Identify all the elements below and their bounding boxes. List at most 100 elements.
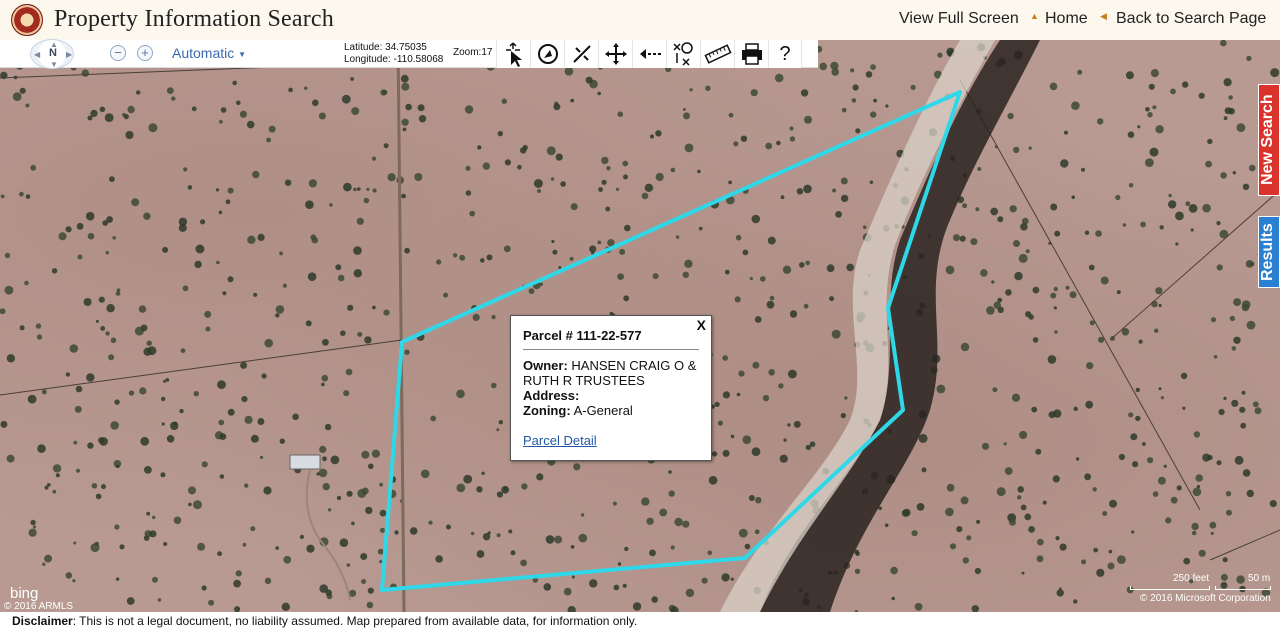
tree-dot xyxy=(306,544,315,553)
tree-dot xyxy=(486,254,493,261)
tree-dot xyxy=(1117,555,1126,564)
tree-dot xyxy=(127,105,135,114)
tree-dot xyxy=(27,394,37,404)
zoom-in-button[interactable]: + xyxy=(137,45,153,61)
pan-icon[interactable] xyxy=(598,40,632,68)
tree-dot xyxy=(330,455,340,465)
tree-dot xyxy=(205,326,211,332)
view-full-screen-link[interactable]: View Full Screen xyxy=(899,10,1019,28)
tree-dot xyxy=(319,445,327,453)
clear-selection-icon[interactable] xyxy=(564,40,598,68)
tree-dot xyxy=(496,533,501,538)
tree-dot xyxy=(862,225,867,229)
tree-dot xyxy=(754,529,760,535)
tree-dot xyxy=(1232,171,1237,175)
tree-dot xyxy=(707,550,713,556)
tree-dot xyxy=(1202,453,1211,462)
tree-dot xyxy=(1220,172,1227,179)
tree-dot xyxy=(351,521,355,526)
lasso-select-icon[interactable] xyxy=(530,40,564,68)
tree-dot xyxy=(95,493,102,500)
tree-dot xyxy=(804,115,812,124)
tree-dot xyxy=(787,423,791,427)
home-link[interactable]: Home xyxy=(1045,10,1088,28)
pan-right-icon[interactable]: ▶ xyxy=(66,50,72,59)
tree-dot xyxy=(401,82,410,91)
tree-dot xyxy=(962,557,969,564)
parcel-detail-link[interactable]: Parcel Detail xyxy=(523,433,597,448)
parcel-details: Owner: HANSEN CRAIG O & RUTH R TRUSTEES … xyxy=(523,358,703,418)
tree-dot xyxy=(418,115,427,123)
tree-dot xyxy=(180,348,186,354)
tree-dot xyxy=(570,98,575,103)
tree-dot xyxy=(19,325,25,331)
tree-dot xyxy=(891,596,895,601)
tree-dot xyxy=(722,355,728,361)
tree-dot xyxy=(235,570,242,577)
tree-dot xyxy=(1240,422,1247,429)
tree-dot xyxy=(363,197,370,204)
tree-dot xyxy=(1060,159,1069,168)
map-mode-dropdown[interactable]: Automatic ▼ xyxy=(172,45,246,61)
tree-dot xyxy=(227,276,234,283)
tree-dot xyxy=(208,599,215,606)
tree-dot xyxy=(1013,240,1020,247)
tree-dot xyxy=(1192,487,1202,497)
tree-dot xyxy=(404,349,410,355)
tree-dot xyxy=(351,107,360,116)
tree-dot xyxy=(105,331,110,336)
tree-dot xyxy=(30,164,37,171)
tree-dot xyxy=(1017,486,1024,493)
tree-dot xyxy=(76,222,84,230)
print-icon[interactable] xyxy=(734,40,768,68)
pan-down-icon[interactable]: ▼ xyxy=(50,60,58,69)
pan-left-icon[interactable]: ◀ xyxy=(34,50,40,59)
tree-dot xyxy=(992,387,998,393)
select-pointer-icon[interactable] xyxy=(496,40,530,68)
tree-dot xyxy=(242,542,247,547)
tree-dot xyxy=(1231,346,1237,351)
tree-dot xyxy=(1223,396,1227,401)
close-icon[interactable]: X xyxy=(697,317,706,333)
tree-dot xyxy=(846,263,854,272)
tree-dot xyxy=(1021,571,1025,575)
new-search-tab[interactable]: New Search xyxy=(1258,84,1280,196)
tree-dot xyxy=(778,383,784,389)
tree-dot xyxy=(217,380,226,389)
tree-dot xyxy=(324,423,332,431)
tree-dot xyxy=(1158,303,1162,308)
back-extent-icon[interactable] xyxy=(632,40,666,68)
tree-dot xyxy=(981,442,990,450)
tree-dot xyxy=(873,98,877,103)
results-tab[interactable]: Results xyxy=(1258,216,1280,288)
zoom-out-button[interactable]: − xyxy=(110,45,126,61)
tree-dot xyxy=(980,269,988,277)
tree-dot xyxy=(800,89,809,97)
tree-dot xyxy=(325,589,332,596)
tree-dot xyxy=(201,585,207,591)
tree-dot xyxy=(346,490,353,497)
tree-dot xyxy=(108,354,115,361)
tree-dot xyxy=(539,282,544,286)
tree-dot xyxy=(675,235,680,239)
back-to-search-link[interactable]: Back to Search Page xyxy=(1116,10,1266,28)
tree-dot xyxy=(1135,387,1141,393)
tree-dot xyxy=(721,573,730,582)
tree-dot xyxy=(1241,390,1246,395)
pan-compass[interactable]: ▲ ◀ N ▶ ▼ xyxy=(30,39,74,69)
identify-icon[interactable] xyxy=(666,40,700,68)
tree-dot xyxy=(748,495,755,501)
tree-dot xyxy=(911,530,918,537)
tree-dot xyxy=(1210,317,1217,323)
measure-ruler-icon[interactable] xyxy=(700,40,734,68)
tree-dot xyxy=(617,273,624,280)
tree-dot xyxy=(558,266,562,269)
tree-dot xyxy=(554,535,563,544)
tree-dot xyxy=(1035,448,1042,455)
tree-dot xyxy=(126,597,135,605)
tree-dot xyxy=(90,109,98,117)
help-icon[interactable]: ? xyxy=(768,40,802,68)
tree-dot xyxy=(357,331,363,337)
property-line xyxy=(1209,529,1280,561)
tree-dot xyxy=(1053,409,1062,418)
